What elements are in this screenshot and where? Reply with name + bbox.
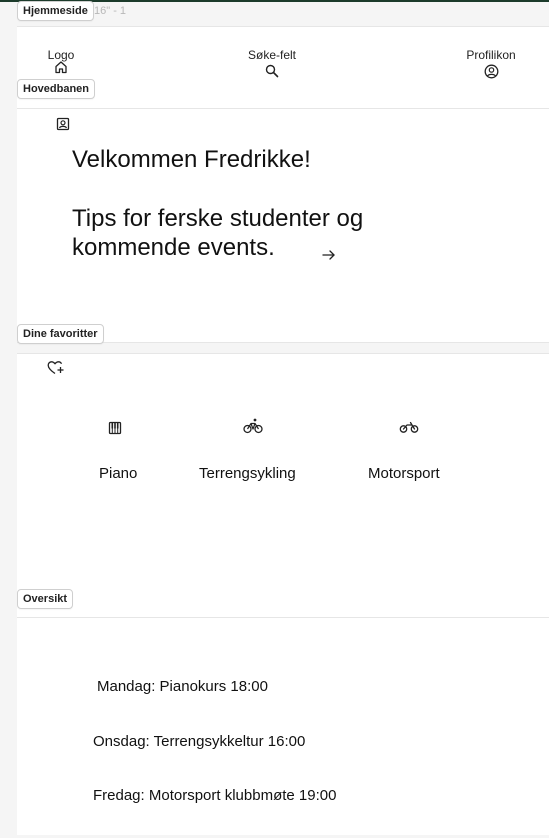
home-icon <box>55 61 67 74</box>
favorite-motorsport-label[interactable]: Motorsport <box>368 465 440 482</box>
tag-favoritter: Dine favoritter <box>17 324 104 344</box>
welcome-heading: Velkommen Fredrikke! <box>72 146 311 173</box>
tips-text: Tips for ferske studenter og kommende ev… <box>72 205 364 261</box>
profile-button[interactable]: Profilikon <box>460 48 522 79</box>
piano-icon[interactable] <box>108 421 122 435</box>
tag-oversikt: Oversikt <box>17 589 74 609</box>
favorite-piano-label[interactable]: Piano <box>99 465 137 482</box>
logo-label: Logo <box>47 48 75 62</box>
favorites-panel <box>17 353 549 618</box>
schedule-item: Onsdag: Terrengsykkeltur 16:00 <box>93 733 306 750</box>
bicycle-icon[interactable] <box>243 418 263 434</box>
tag-hjemmeside: Hjemmeside <box>17 1 94 21</box>
favorite-terrengsykling-label[interactable]: Terrengsykling <box>199 465 296 482</box>
frame-label: 16" - 1 <box>94 5 127 17</box>
arrow-right-icon[interactable] <box>321 247 337 263</box>
schedule-item: Mandag: Pianokurs 18:00 <box>97 678 268 695</box>
logo-link[interactable]: Logo <box>37 48 85 74</box>
schedule-item: Fredag: Motorsport klubbmøte 19:00 <box>93 787 337 804</box>
search-field[interactable]: Søke-felt <box>236 48 308 78</box>
profile-icon <box>484 64 498 79</box>
heart-plus-icon[interactable] <box>47 360 65 376</box>
search-label: Søke-felt <box>247 48 296 62</box>
search-icon <box>265 64 279 78</box>
profile-label: Profilikon <box>466 48 516 62</box>
motorbike-icon[interactable] <box>399 420 419 434</box>
portrait-icon <box>56 117 70 131</box>
tag-hovedbanen: Hovedbanen <box>17 79 96 99</box>
